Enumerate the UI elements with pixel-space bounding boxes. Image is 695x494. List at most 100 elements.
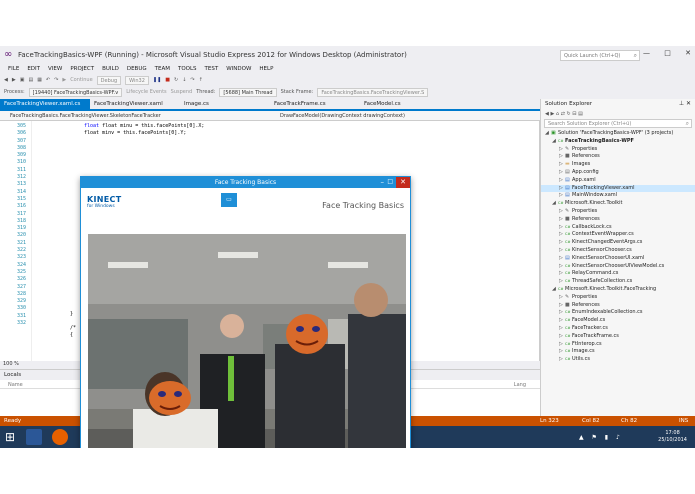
- solution-tree-item[interactable]: ◢ C# Microsoft.Kinect.Toolkit.FaceTracking: [541, 286, 695, 294]
- back-icon[interactable]: ◀: [4, 77, 8, 83]
- solution-tree-item[interactable]: ▷ ✎ Properties: [541, 146, 695, 154]
- solution-tree-item[interactable]: ▷ ■ References: [541, 302, 695, 310]
- menu-build[interactable]: BUILD: [98, 64, 123, 74]
- tab-facetrackingviewer-xaml-cs[interactable]: FaceTrackingViewer.xaml.cs: [0, 99, 90, 109]
- solution-tree-item[interactable]: ◢ C# Microsoft.Kinect.Toolkit: [541, 200, 695, 208]
- name-column-header[interactable]: Name: [8, 382, 23, 388]
- solution-tree-item[interactable]: ▷ C# FaceModel.cs: [541, 317, 695, 325]
- solution-tree-item[interactable]: ▷ ▤ FaceTrackingViewer.xaml: [541, 184, 695, 193]
- solution-tree-item[interactable]: ◢ ▣ Solution 'FaceTrackingBasics-WPF' (3 p…: [541, 130, 695, 138]
- suspend-button[interactable]: Suspend: [171, 89, 193, 95]
- solution-tree-item[interactable]: ▷ C# FaceTracker.cs: [541, 325, 695, 333]
- lifecycle-events[interactable]: Lifecycle Events: [126, 89, 166, 95]
- menu-window[interactable]: WINDOW: [222, 64, 255, 74]
- solution-search-input[interactable]: Search Solution Explorer (Ctrl+ü) ⌕: [544, 119, 692, 128]
- solution-tree-item[interactable]: ▷ C# KinectSensorChooser.cs: [541, 247, 695, 255]
- pin-icon[interactable]: ⊥ ✕: [679, 100, 691, 107]
- tray-icons[interactable]: ▲ ⚑ ▮ ♪: [579, 434, 623, 441]
- home-icon[interactable]: ⌂: [556, 111, 559, 117]
- tab-facemodel-cs[interactable]: FaceModel.cs: [360, 99, 450, 109]
- forward-icon[interactable]: ▶: [12, 77, 16, 83]
- xaml-icon: ▤: [565, 184, 570, 191]
- menu-project[interactable]: PROJECT: [66, 64, 98, 74]
- type-dropdown[interactable]: FaceTrackingBasics.FaceTrackingViewer.Sk…: [10, 113, 161, 119]
- step-out-icon[interactable]: ↑: [199, 77, 203, 83]
- code-comment: /*: [70, 325, 77, 331]
- firefox-icon[interactable]: [52, 429, 68, 445]
- solution-tree-item[interactable]: ▷ ▤ App.config: [541, 169, 695, 177]
- solution-tree-item[interactable]: ◢ C# FaceTrackingBasics-WPF: [541, 138, 695, 146]
- solution-tree-item[interactable]: ▷ C# KinectChangedEventArgs.cs: [541, 239, 695, 247]
- app-maximize-button[interactable]: □: [387, 178, 393, 185]
- quick-launch-input[interactable]: Quick Launch (Ctrl+Q) ⌕: [560, 50, 640, 61]
- collapse-icon[interactable]: ⊟: [572, 111, 576, 117]
- solution-tree-item[interactable]: ▷ C# RelayCommand.cs: [541, 270, 695, 278]
- process-select[interactable]: [19440] FaceTrackingBasics-WPF.v: [28, 87, 123, 97]
- file-explorer-icon[interactable]: [26, 429, 42, 445]
- tab-image-cs[interactable]: Image.cs: [180, 99, 270, 109]
- undo-icon[interactable]: ↶: [46, 77, 50, 83]
- pause-icon[interactable]: ❚❚: [153, 77, 161, 83]
- solution-tree-item[interactable]: ▷ ▤ MainWindow.xaml: [541, 192, 695, 200]
- open-icon[interactable]: ▤: [28, 77, 33, 83]
- line-number: 320: [16, 232, 26, 239]
- minimize-button[interactable]: —: [643, 49, 650, 61]
- member-dropdown[interactable]: DrawFaceModel(DrawingContext drawingCont…: [280, 113, 405, 119]
- maximize-button[interactable]: □: [664, 49, 671, 61]
- config-select[interactable]: Debug: [96, 75, 122, 85]
- solution-tree-item[interactable]: ▷ C# FtInterop.cs: [541, 341, 695, 349]
- kinect-sensor-chooser-icon[interactable]: ▭: [221, 193, 237, 207]
- solution-tree-item[interactable]: ▷ C# ThreadSafeCollection.cs: [541, 278, 695, 286]
- solution-tree-item[interactable]: ▷ C# EnumIndexableCollection.cs: [541, 309, 695, 317]
- solution-tree-item[interactable]: ▷ ▤ KinectSensorChooserUI.xaml: [541, 255, 695, 263]
- menu-help[interactable]: HELP: [255, 64, 277, 74]
- lang-column-header[interactable]: Lang: [514, 382, 526, 388]
- step-into-icon[interactable]: ↓: [182, 77, 186, 83]
- solution-tree-item[interactable]: ▷ ▬ Images: [541, 161, 695, 169]
- close-button[interactable]: ✕: [685, 49, 691, 61]
- redo-icon[interactable]: ↷: [54, 77, 58, 83]
- solution-tree-item[interactable]: ▷ ▤ App.xaml: [541, 177, 695, 185]
- solution-tree-item[interactable]: ▷ C# Utils.cs: [541, 356, 695, 364]
- menu-debug[interactable]: DEBUG: [123, 64, 151, 74]
- step-over-icon[interactable]: ↷: [190, 77, 194, 83]
- start-button[interactable]: ⊞: [3, 430, 17, 444]
- solution-tree-item[interactable]: ▷ C# CallbackLock.cs: [541, 224, 695, 232]
- properties-icon[interactable]: ▤: [578, 111, 583, 117]
- tab-facetrackingviewer-xaml[interactable]: FaceTrackingViewer.xaml: [90, 99, 180, 109]
- solution-tree-item-label: CallbackLock.cs: [572, 223, 612, 230]
- forward-icon[interactable]: ▶: [550, 111, 554, 117]
- menu-file[interactable]: FILE: [4, 64, 23, 74]
- stack-frame-select[interactable]: FaceTrackingBasics.FaceTrackingViewer.S: [317, 87, 429, 97]
- solution-tree-item[interactable]: ▷ ■ References: [541, 153, 695, 161]
- line-number: 308: [16, 144, 26, 151]
- menu-tools[interactable]: TOOLS: [174, 64, 201, 74]
- menu-edit[interactable]: EDIT: [23, 64, 44, 74]
- app-minimize-button[interactable]: –: [381, 178, 385, 186]
- solution-tree-item[interactable]: ▷ ■ References: [541, 216, 695, 224]
- refresh-icon[interactable]: ↻: [566, 111, 570, 117]
- thread-select[interactable]: [5688] Main Thread: [219, 87, 277, 97]
- line-number: 323: [16, 254, 26, 261]
- solution-tree-item[interactable]: ▷ C# KinectSensorChooserUIViewModel.cs: [541, 263, 695, 271]
- app-close-button[interactable]: ✕: [396, 177, 410, 188]
- solution-tree-item[interactable]: ▷ ✎ Properties: [541, 294, 695, 302]
- clock[interactable]: 17:08 25/10/2014: [658, 430, 687, 444]
- sync-icon[interactable]: ⇄: [561, 111, 565, 117]
- stop-icon[interactable]: ■: [165, 77, 170, 83]
- save-icon[interactable]: ▦: [37, 77, 42, 83]
- back-icon[interactable]: ◀: [545, 111, 549, 117]
- new-project-icon[interactable]: ▣: [20, 77, 25, 83]
- tab-facetrackframe-cs[interactable]: FaceTrackFrame.cs: [270, 99, 360, 109]
- solution-tree-item[interactable]: ▷ C# Image.cs: [541, 348, 695, 356]
- solution-tree-item[interactable]: ▷ C# ContextEventWrapper.cs: [541, 231, 695, 239]
- restart-icon[interactable]: ↻: [174, 77, 178, 83]
- platform-select[interactable]: Win32: [125, 75, 149, 85]
- solution-tree-item[interactable]: ▷ C# FaceTrackFrame.cs: [541, 333, 695, 341]
- zoom-level[interactable]: 100 %: [0, 361, 40, 369]
- menu-test[interactable]: TEST: [201, 64, 223, 74]
- continue-button[interactable]: Continue: [70, 77, 92, 83]
- solution-tree-item[interactable]: ▷ ✎ Properties: [541, 208, 695, 216]
- menu-view[interactable]: VIEW: [44, 64, 66, 74]
- menu-team[interactable]: TEAM: [151, 64, 174, 74]
